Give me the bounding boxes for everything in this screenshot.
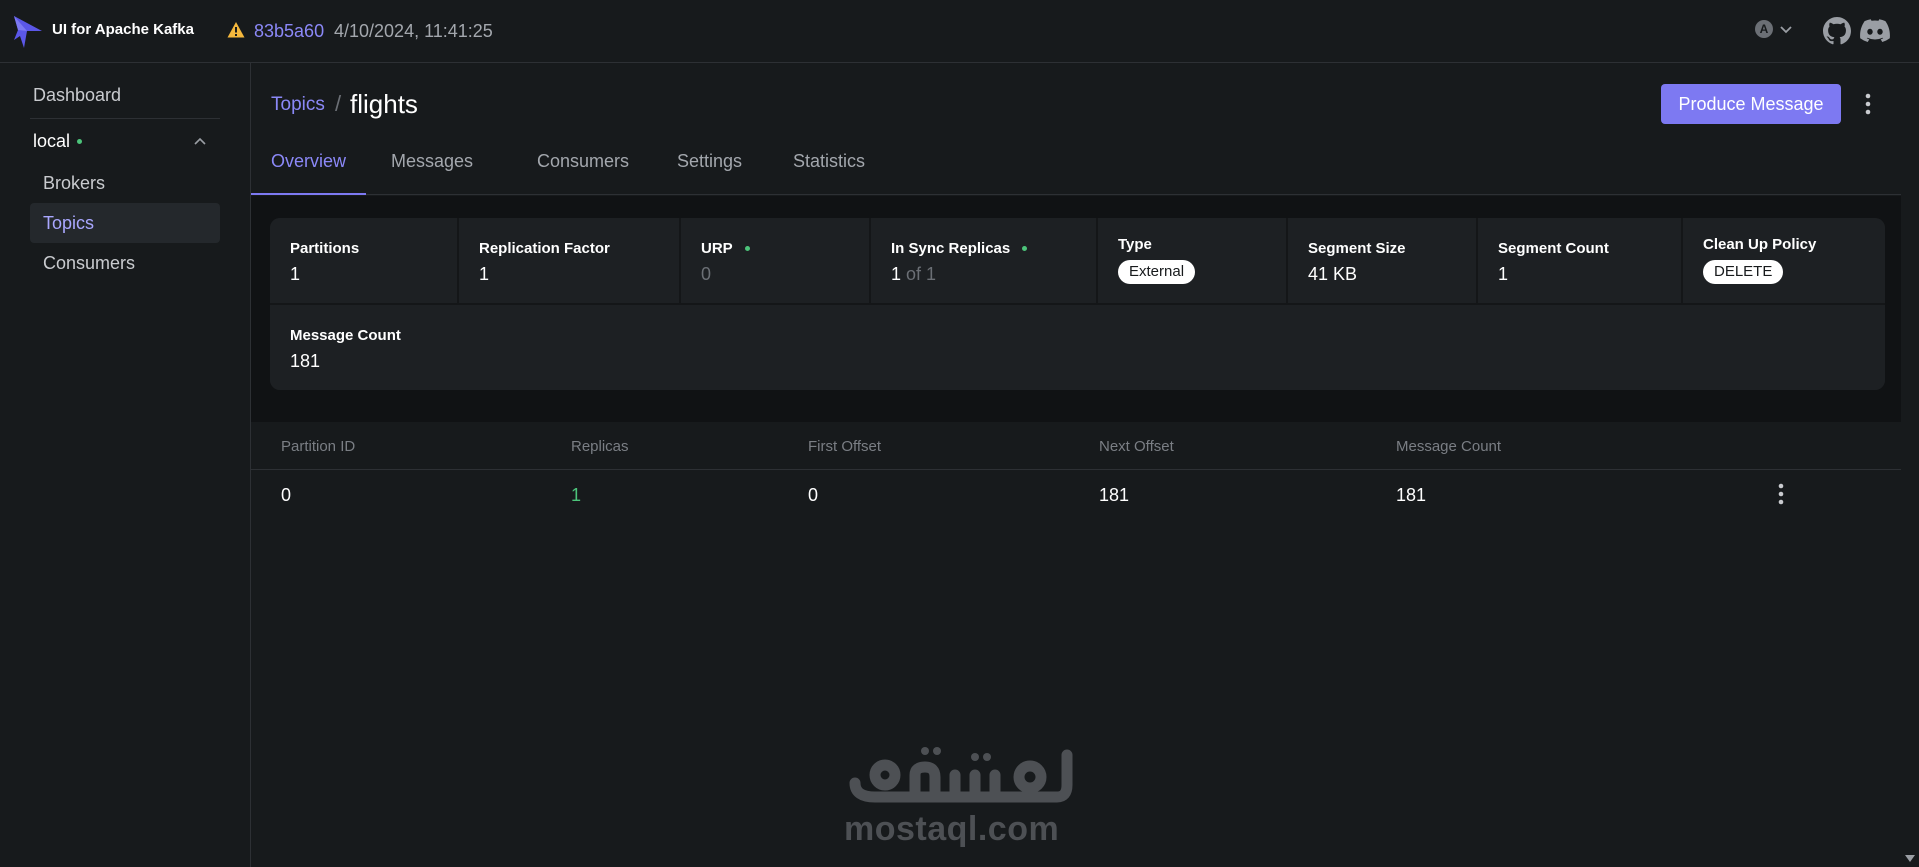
watermark-text: mostaql.com — [844, 810, 1060, 848]
warning-icon — [227, 22, 245, 38]
cell-first-offset: 0 — [808, 485, 819, 505]
app-title[interactable]: UI for Apache Kafka — [52, 21, 194, 38]
sidebar-cluster-local[interactable]: local — [33, 131, 83, 152]
topic-tabs: Overview Messages Consumers Settings Sta… — [251, 141, 1901, 195]
metric-type: Type External — [1098, 218, 1286, 303]
sidebar-item-brokers[interactable]: Brokers — [30, 163, 220, 203]
metric-label-text: URP — [701, 240, 733, 257]
cluster-name: local — [33, 131, 71, 151]
metrics-section: Partitions 1 Replication Factor 1 URP 0 … — [251, 196, 1901, 422]
user-menu[interactable]: A — [1755, 20, 1793, 38]
metric-label: Clean Up Policy — [1703, 236, 1817, 253]
column-header-partition-id[interactable]: Partition ID — [281, 438, 355, 455]
column-header-next-offset[interactable]: Next Offset — [1099, 438, 1174, 455]
metric-in-sync-replicas: In Sync Replicas 1 of 1 — [871, 218, 1096, 303]
isr-status-dot — [1022, 246, 1028, 251]
metric-segment-count: Segment Count 1 — [1478, 218, 1681, 303]
metric-partitions: Partitions 1 — [270, 218, 457, 303]
metric-label: Replication Factor — [479, 240, 610, 257]
metric-message-count: Message Count 181 — [270, 305, 1885, 390]
commit-link[interactable]: 83b5a60 — [254, 21, 324, 42]
column-header-replicas[interactable]: Replicas — [571, 438, 629, 455]
metric-label: Segment Size — [1308, 240, 1406, 257]
sidebar-item-dashboard[interactable]: Dashboard — [33, 85, 121, 106]
urp-status-dot — [744, 246, 750, 251]
metric-segment-size: Segment Size 41 KB — [1288, 218, 1476, 303]
isr-count: 1 — [891, 264, 902, 284]
metric-value: 1 — [479, 264, 490, 284]
metric-urp: URP 0 — [681, 218, 869, 303]
mostaql-watermark-logo — [849, 747, 1073, 803]
metric-value: 41 KB — [1308, 264, 1358, 284]
chevron-down-icon — [1780, 26, 1792, 34]
metric-label: Type — [1118, 236, 1152, 253]
metrics-card: Partitions 1 Replication Factor 1 URP 0 … — [270, 218, 1885, 390]
cell-next-offset: 181 — [1099, 485, 1130, 505]
cell-replicas: 1 — [571, 485, 582, 505]
metric-label: Segment Count — [1498, 240, 1609, 257]
metric-value: 181 — [290, 351, 321, 371]
main-content: Topics / flights Produce Message Overvie… — [251, 63, 1901, 867]
chevron-up-icon[interactable] — [193, 135, 207, 149]
page-title: flights — [350, 89, 418, 119]
breadcrumb-separator: / — [335, 91, 342, 116]
metric-value: 1 of 1 — [891, 264, 936, 285]
sidebar-divider — [30, 118, 220, 119]
build-date: 4/10/2024, 11:41:25 — [334, 21, 493, 41]
github-icon[interactable] — [1823, 17, 1851, 45]
metric-replication-factor: Replication Factor 1 — [459, 218, 679, 303]
sidebar: Dashboard local Brokers Topics Consumers — [0, 63, 251, 867]
tab-consumers[interactable]: Consumers — [517, 141, 649, 195]
metric-cleanup-policy: Clean Up Policy DELETE — [1683, 218, 1885, 303]
cluster-status-dot — [77, 139, 83, 144]
sidebar-item-topics[interactable]: Topics — [30, 203, 220, 243]
metric-value: 1 — [1498, 264, 1509, 284]
metric-label-text: In Sync Replicas — [891, 240, 1011, 257]
sidebar-item-consumers[interactable]: Consumers — [30, 243, 220, 283]
tab-settings[interactable]: Settings — [657, 141, 762, 195]
column-header-first-offset[interactable]: First Offset — [808, 438, 881, 455]
isr-total: of 1 — [906, 264, 937, 284]
type-badge: External — [1118, 260, 1196, 284]
metric-label: In Sync Replicas — [891, 240, 1028, 257]
cleanup-policy-badge: DELETE — [1703, 260, 1784, 284]
metric-value: 0 — [701, 264, 712, 284]
column-header-message-count[interactable]: Message Count — [1396, 438, 1501, 455]
table-row[interactable]: 0 1 0 181 181 — [251, 471, 1901, 517]
user-avatar: A — [1755, 20, 1773, 38]
discord-icon[interactable] — [1860, 18, 1890, 44]
more-options-icon[interactable] — [1863, 91, 1873, 117]
partitions-table-header: Partition ID Replicas First Offset Next … — [251, 422, 1901, 470]
produce-message-button[interactable]: Produce Message — [1661, 84, 1841, 124]
top-bar: UI for Apache Kafka 83b5a60 4/10/2024, 1… — [0, 0, 1919, 63]
metric-value: 1 — [290, 264, 301, 284]
tab-messages[interactable]: Messages — [371, 141, 493, 195]
metric-label: Partitions — [290, 240, 360, 257]
metric-label: Message Count — [290, 327, 401, 344]
metric-label: URP — [701, 240, 750, 257]
tab-statistics[interactable]: Statistics — [773, 141, 885, 195]
breadcrumb-topics-link[interactable]: Topics — [271, 94, 325, 116]
row-actions-icon[interactable] — [1776, 481, 1786, 507]
scroll-down-icon[interactable] — [1904, 852, 1916, 864]
cell-message-count: 181 — [1396, 485, 1427, 505]
cell-partition-id: 0 — [281, 485, 292, 505]
tab-overview[interactable]: Overview — [251, 141, 367, 195]
kafka-logo-icon[interactable] — [12, 14, 44, 50]
